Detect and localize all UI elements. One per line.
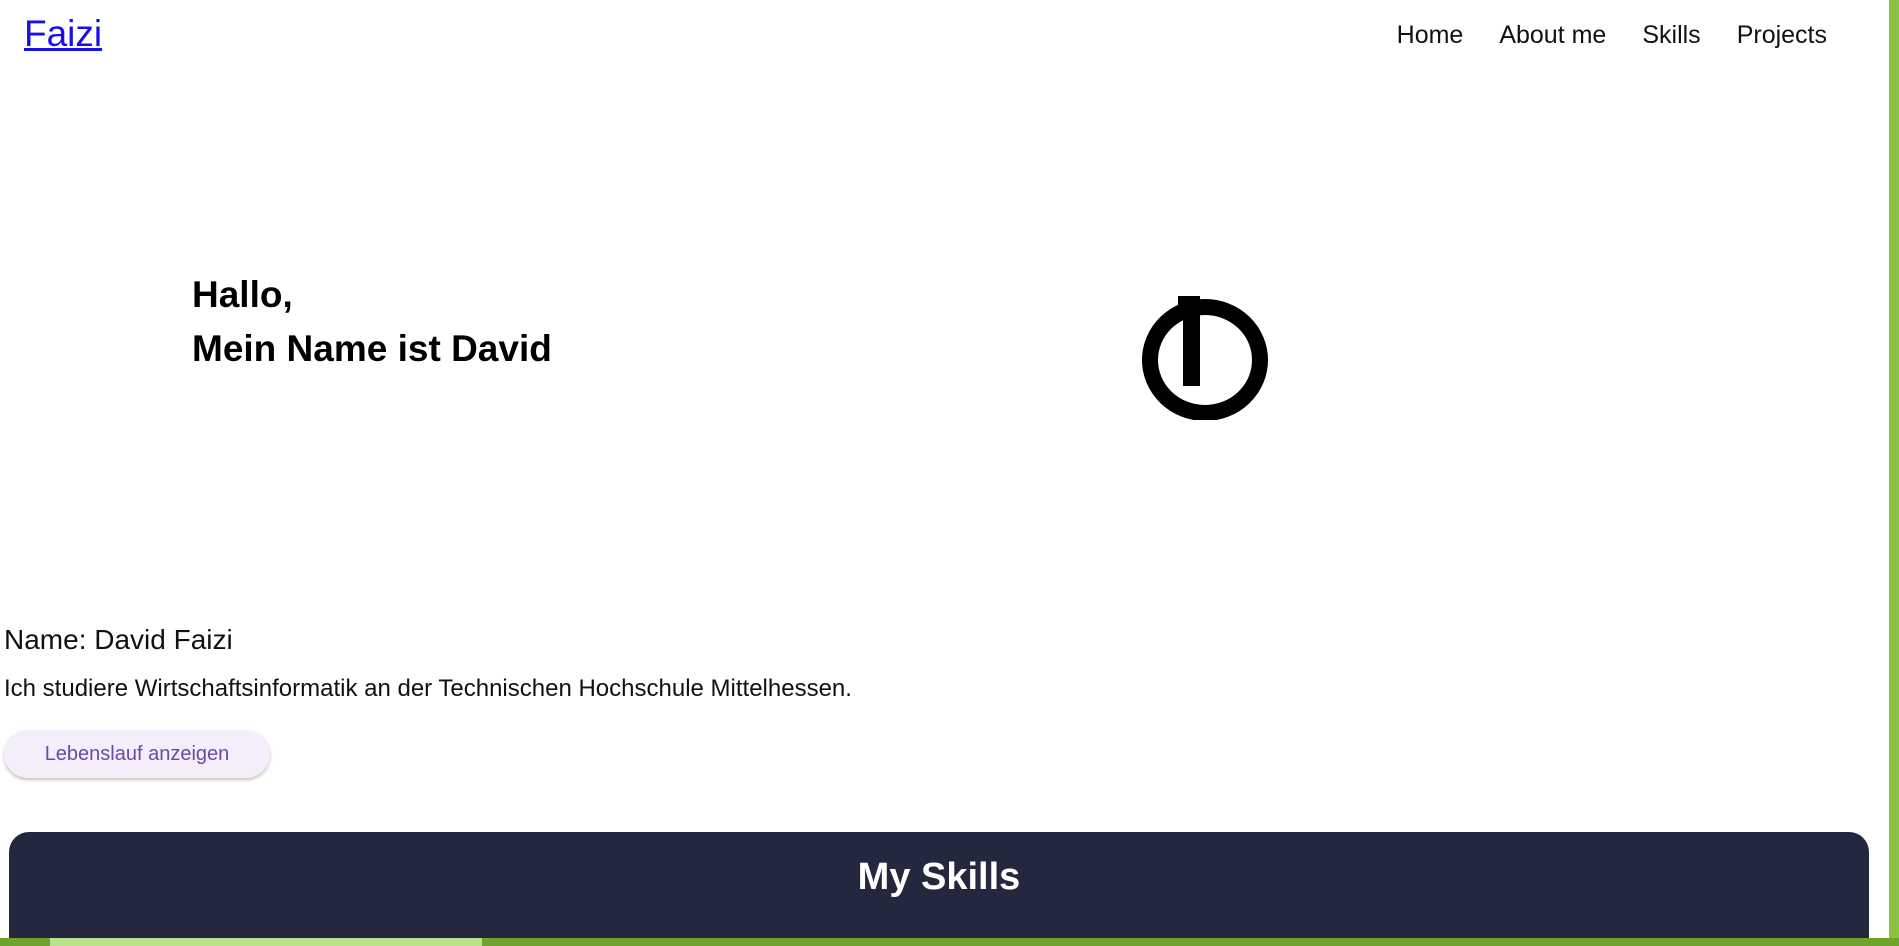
top-header: Faizi Home About me Skills Projects — [0, 0, 1889, 70]
hero-heading: Hallo, Mein Name ist David — [192, 268, 552, 376]
profile-description: Ich studiere Wirtschaftsinformatik an de… — [4, 675, 852, 702]
hero-intro: Mein Name ist David — [192, 328, 552, 369]
right-accent-bar — [1889, 0, 1899, 946]
skills-section: My Skills — [9, 832, 1869, 946]
profile-name: Name: David Faizi — [4, 624, 233, 655]
nav-home[interactable]: Home — [1397, 18, 1464, 52]
bottom-accent-segment — [50, 938, 482, 946]
brand-link[interactable]: Faizi — [24, 12, 102, 56]
page: Faizi Home About me Skills Projects Hall… — [0, 0, 1899, 946]
hero-greeting: Hallo, — [192, 274, 293, 315]
bottom-accent-bar — [0, 938, 1899, 946]
skills-title: My Skills — [857, 856, 1021, 898]
d-monogram-logo-icon — [1142, 296, 1268, 420]
nav-projects[interactable]: Projects — [1737, 18, 1827, 52]
show-cv-button[interactable]: Lebenslauf anzeigen — [4, 730, 270, 778]
nav-skills[interactable]: Skills — [1642, 18, 1700, 52]
nav-about-me[interactable]: About me — [1499, 18, 1606, 52]
main-nav: Home About me Skills Projects — [1397, 18, 1827, 52]
